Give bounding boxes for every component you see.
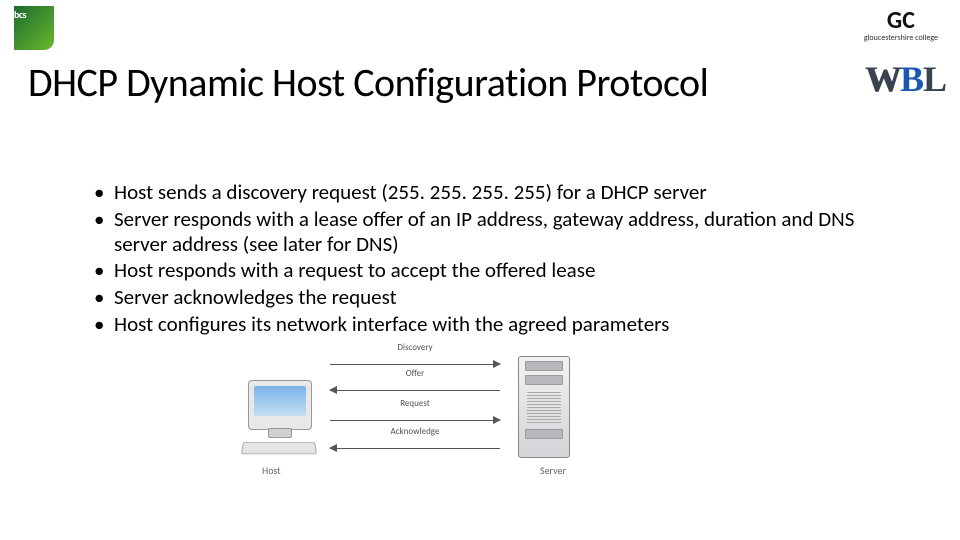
arrow-offer: Offer <box>330 380 500 400</box>
list-item: Host sends a discovery request (255. 255… <box>94 180 874 205</box>
host-computer-icon <box>248 380 312 430</box>
gc-main: GC <box>887 6 915 35</box>
wbl-b: B <box>900 59 923 99</box>
slide-title: DHCP Dynamic Host Configuration Protocol <box>28 58 708 107</box>
arrow-label: Discovery <box>394 342 435 353</box>
list-item: Host configures its network interface wi… <box>94 312 874 337</box>
bcs-text: bcs <box>14 8 26 21</box>
bullet-list: Host sends a discovery request (255. 255… <box>94 180 874 339</box>
host-keyboard-icon <box>241 442 317 454</box>
arrow-label: Request <box>397 398 433 409</box>
list-item: Server acknowledges the request <box>94 285 874 310</box>
list-item: Server responds with a lease offer of an… <box>94 207 874 257</box>
wbl-logo: WBL <box>865 58 946 100</box>
arrow-acknowledge: Acknowledge <box>330 438 500 458</box>
host-label: Host <box>262 464 281 477</box>
wbl-w: W <box>865 59 900 99</box>
wbl-l: L <box>923 59 946 99</box>
server-label: Server <box>540 464 566 477</box>
gc-logo: GC gloucestershire college <box>864 6 938 43</box>
header-logos: bcs GC gloucestershire college WBL <box>0 6 960 66</box>
server-icon <box>518 356 570 458</box>
list-item: Host responds with a request to accept t… <box>94 258 874 283</box>
host-stand <box>268 428 292 438</box>
arrow-label: Offer <box>403 368 428 379</box>
dhcp-diagram: Host Server Discovery Offer Request Ackn… <box>230 350 610 490</box>
gc-sub: gloucestershire college <box>864 33 938 43</box>
arrow-label: Acknowledge <box>388 426 443 437</box>
